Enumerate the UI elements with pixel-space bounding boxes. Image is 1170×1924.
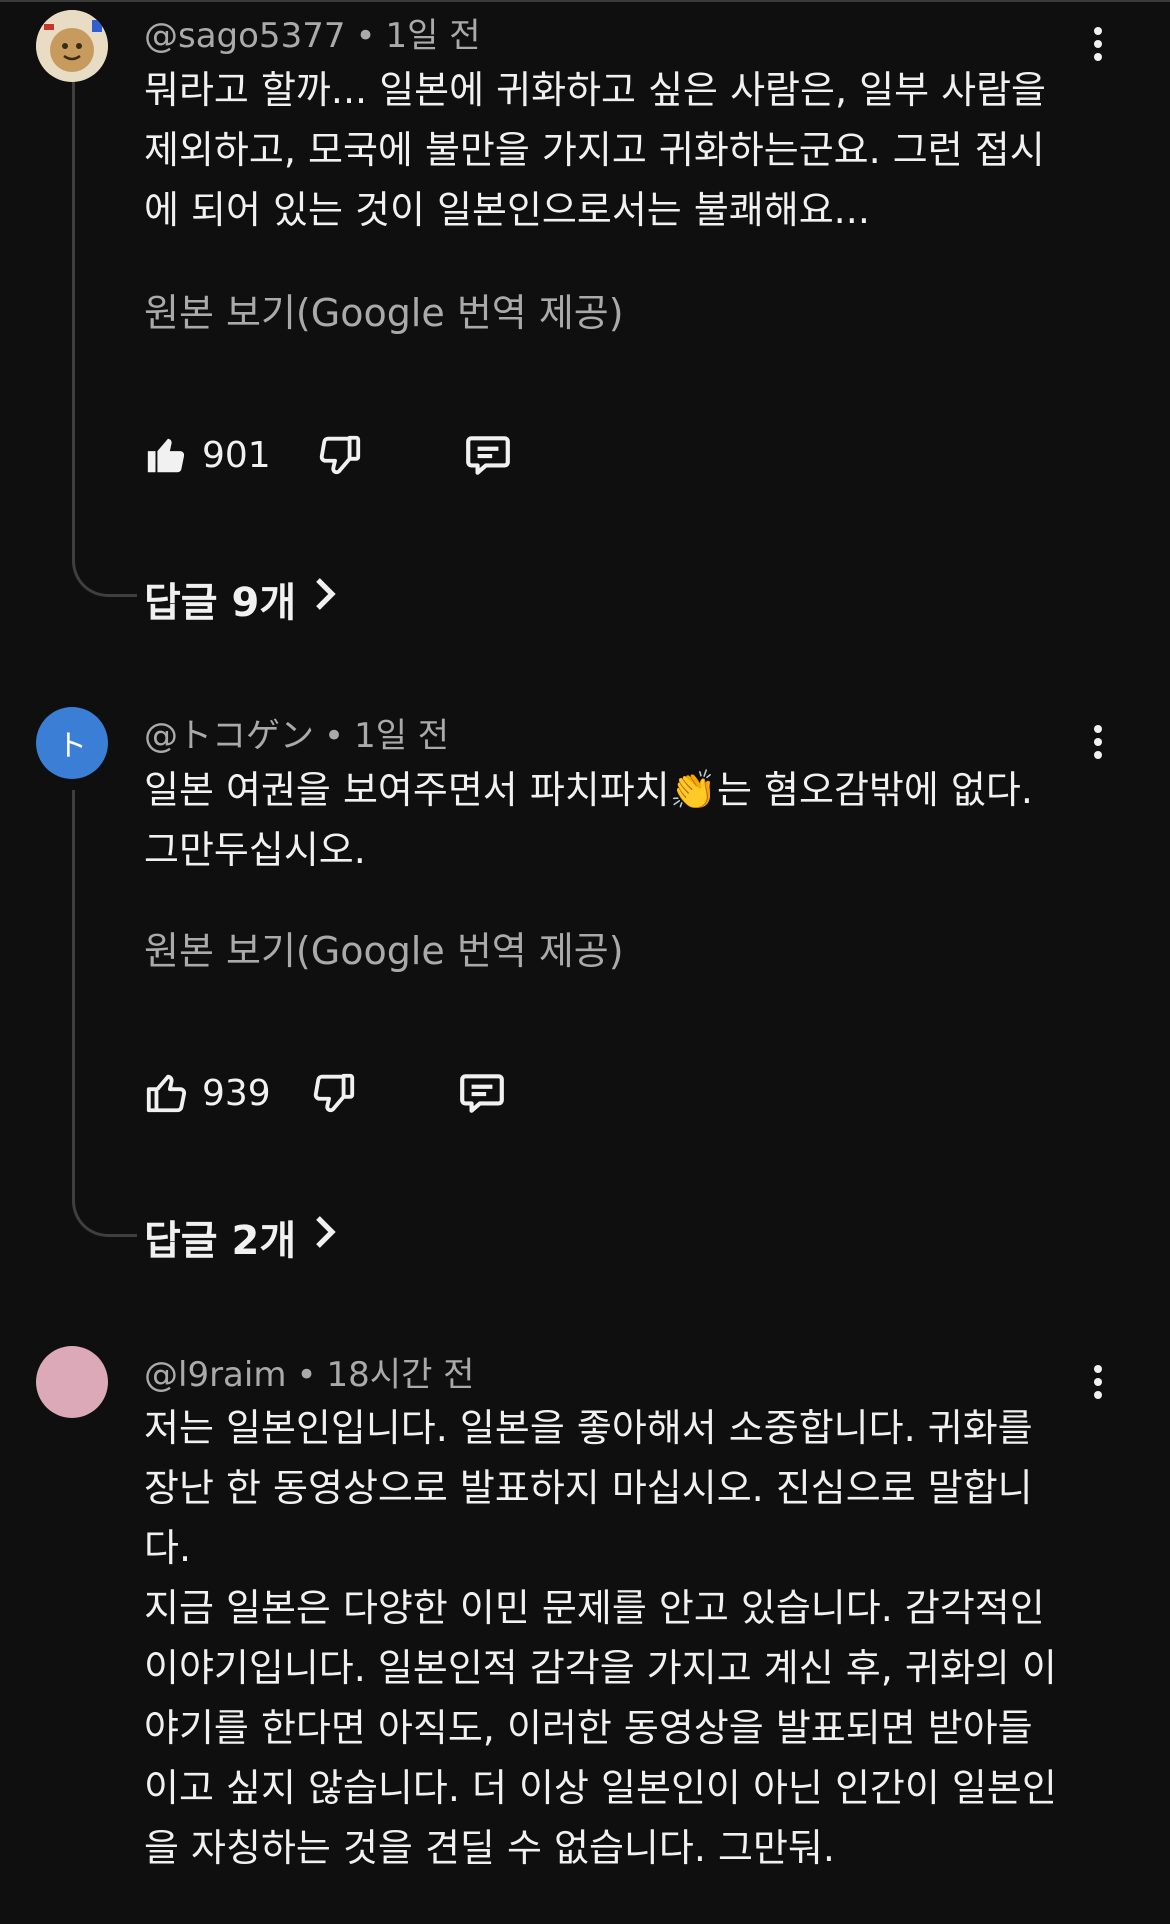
comment-time[interactable]: 1일 전 — [354, 716, 449, 756]
reply-comment-icon[interactable] — [457, 1068, 507, 1118]
replies-label: 답글 9개 — [144, 580, 297, 626]
chevron-right-icon — [314, 576, 338, 622]
like-count: 901 — [202, 434, 271, 476]
thumbs-down-icon[interactable] — [317, 432, 363, 478]
more-vert-icon[interactable] — [1088, 720, 1108, 764]
avatar[interactable]: ト — [36, 707, 108, 779]
like-count: 939 — [202, 1072, 271, 1114]
reply-comment-icon[interactable] — [463, 430, 513, 480]
thumbs-up-icon[interactable] — [144, 432, 190, 478]
thumbs-up-icon[interactable] — [144, 1070, 190, 1116]
thumbs-down-icon[interactable] — [311, 1070, 357, 1116]
comment-meta: @sago5377 • 1일 전 — [144, 8, 481, 57]
translate-link[interactable]: 원본 보기(Google 번역 제공) — [144, 920, 624, 975]
replies-label: 답글 2개 — [144, 1218, 297, 1264]
comment-meta: @トコゲン • 1일 전 — [144, 708, 449, 757]
avatar[interactable] — [36, 1346, 108, 1418]
comment-actions: 939 — [144, 1068, 507, 1118]
replies-button[interactable]: 답글 9개 — [144, 570, 338, 628]
avatar[interactable] — [36, 10, 108, 82]
chevron-right-icon — [314, 1214, 338, 1260]
author-name[interactable]: @トコゲン — [144, 716, 314, 756]
comment-meta: @l9raim • 18시간 전 — [144, 1347, 474, 1396]
avatar-letter: ト — [57, 729, 87, 764]
comment-time[interactable]: 18시간 전 — [327, 1355, 475, 1395]
comment-text: 일본 여권을 보여주면서 파치파치👏는 혐오감밖에 없다. 그만두십시오. — [144, 768, 1033, 872]
comment-text: 뭐라고 할까... 일본에 귀화하고 싶은 사람은, 일부 사람을 제외하고, … — [144, 68, 1046, 232]
meta-separator: • — [324, 716, 345, 756]
top-divider — [0, 0, 1170, 2]
meta-separator: • — [355, 16, 376, 56]
thread-line — [72, 790, 137, 1237]
comment-actions: 901 — [144, 430, 513, 480]
comment-time[interactable]: 1일 전 — [386, 16, 481, 56]
translate-link[interactable]: 원본 보기(Google 번역 제공) — [144, 282, 624, 337]
replies-button[interactable]: 답글 2개 — [144, 1208, 338, 1266]
meta-separator: • — [296, 1355, 317, 1395]
avatar-image — [36, 10, 108, 82]
author-name[interactable]: @l9raim — [144, 1355, 286, 1395]
comment-text: 저는 일본인입니다. 일본을 좋아해서 소중합니다. 귀화를 장난 한 동영상으… — [144, 1406, 1057, 1870]
author-name[interactable]: @sago5377 — [144, 16, 345, 56]
thread-line — [72, 80, 137, 597]
